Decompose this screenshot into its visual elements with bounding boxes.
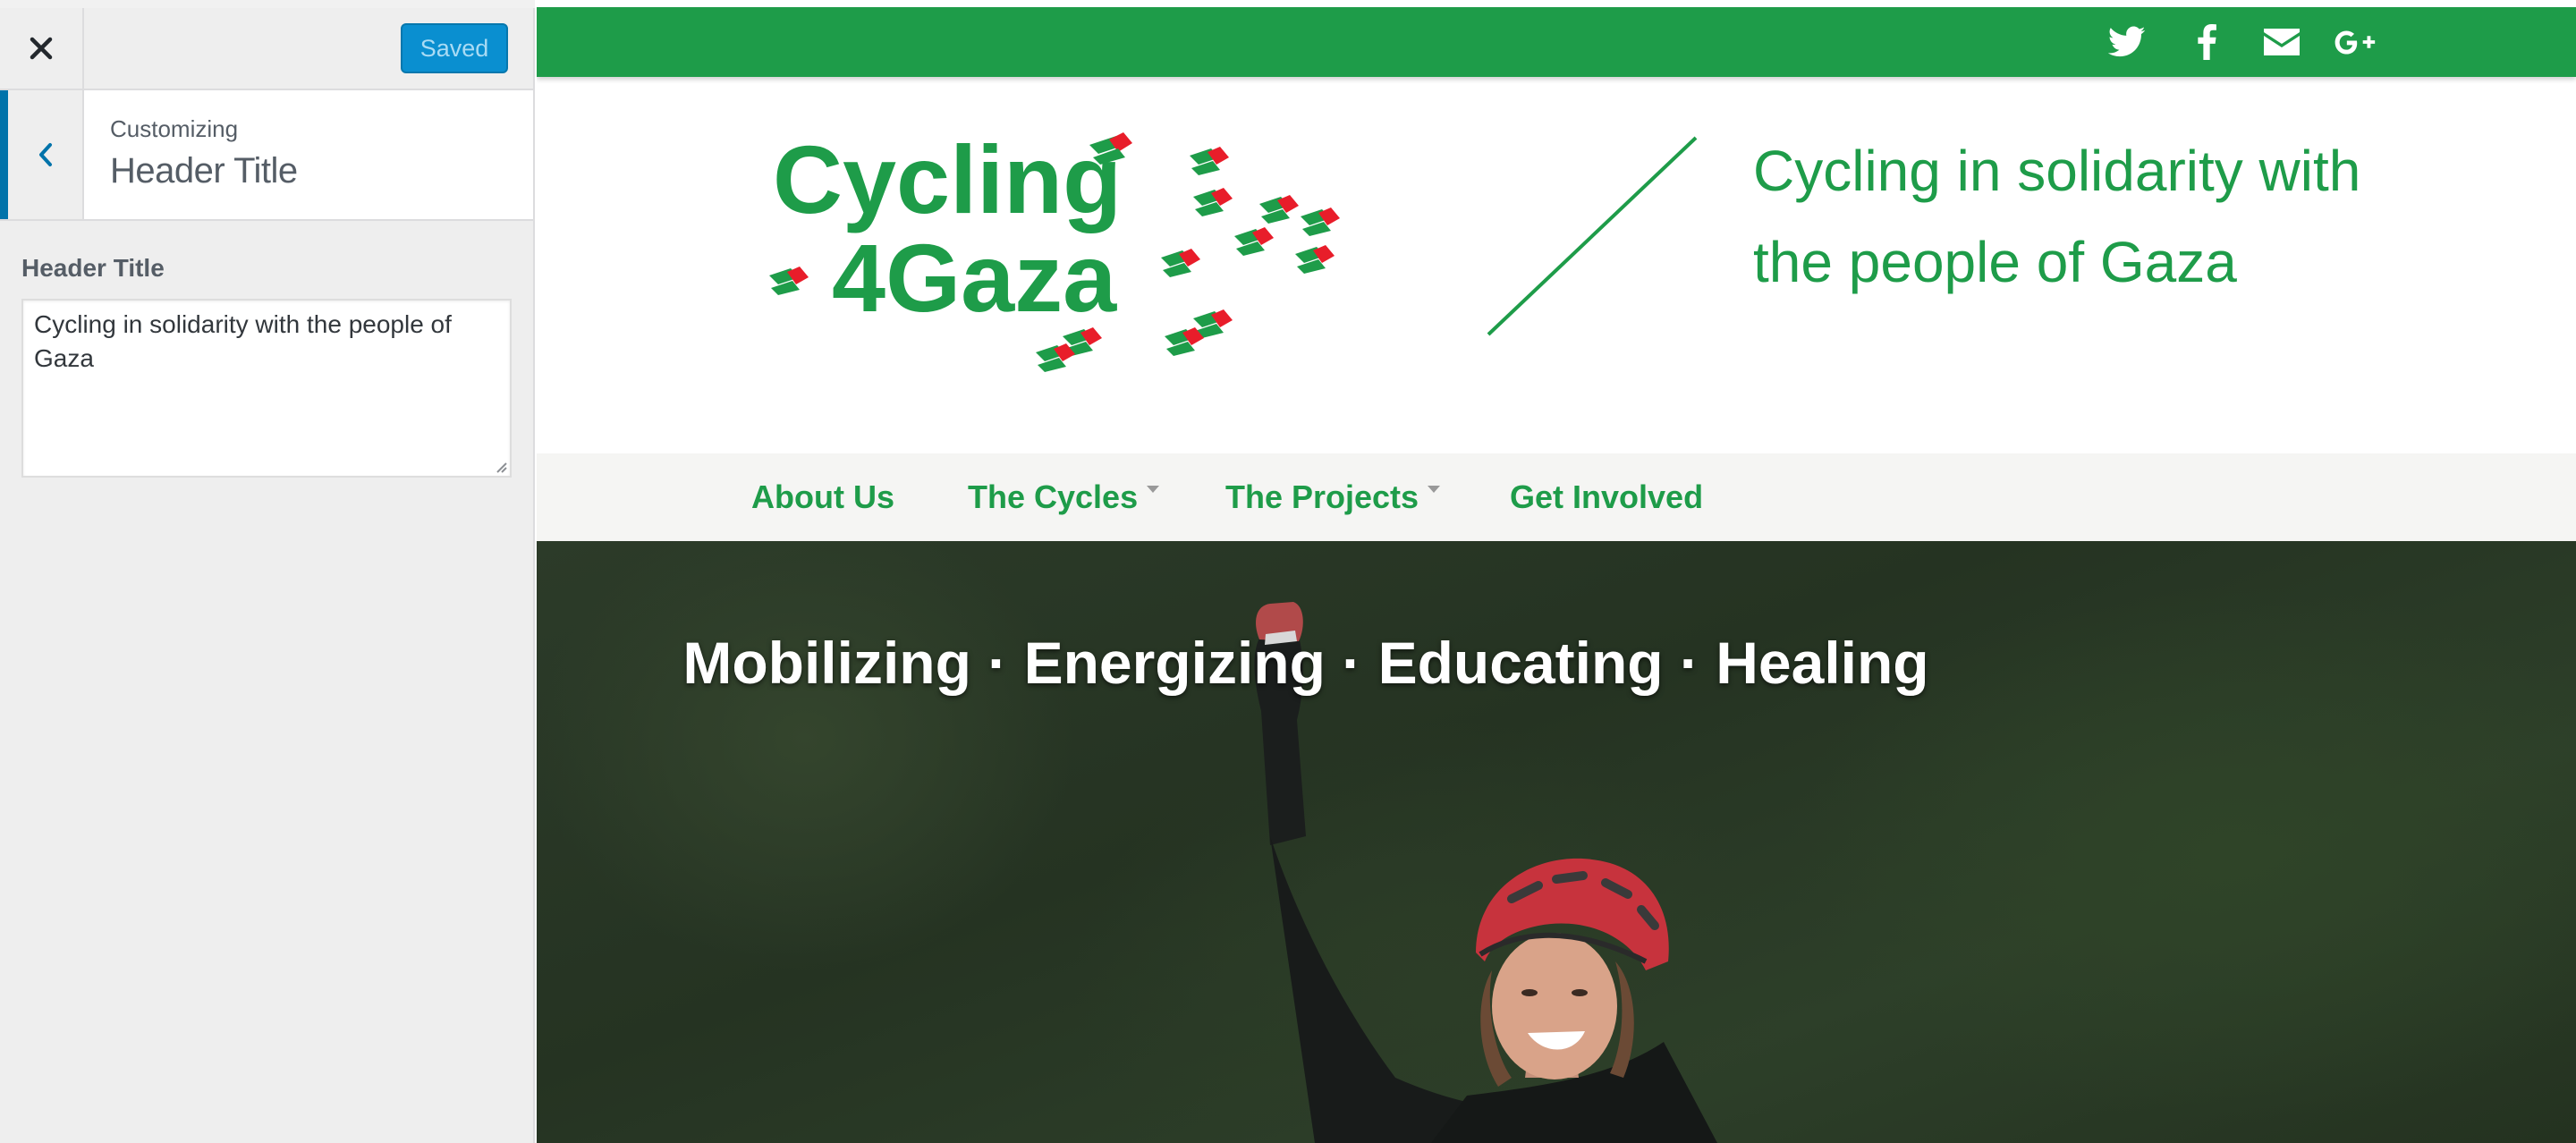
social-bar xyxy=(537,7,2576,77)
chevron-left-icon xyxy=(38,143,52,166)
nav-item-label: About Us xyxy=(751,478,894,515)
close-customizer-button[interactable] xyxy=(0,8,84,89)
nav-item-about-us[interactable]: About Us xyxy=(751,453,894,541)
resize-grip-icon[interactable] xyxy=(492,458,508,474)
caret-down-icon xyxy=(1428,486,1441,493)
nav-item-label: Get Involved xyxy=(1510,478,1704,515)
hero-tagline: Mobilizing · Energizing · Educating · He… xyxy=(682,630,1929,696)
sidebar-top-strip xyxy=(0,0,535,8)
section-header: Customizing Header Title xyxy=(0,90,533,221)
google-plus-link[interactable] xyxy=(2331,18,2379,66)
header-title-label: Header Title xyxy=(21,254,165,282)
customizer-header: Saved xyxy=(0,8,533,90)
nav-item-get-involved[interactable]: Get Involved xyxy=(1510,453,1703,541)
google-plus-icon xyxy=(2334,30,2376,55)
nav-item-label: The Cycles xyxy=(968,478,1139,515)
site-logo[interactable]: Cycling 4Gaza xyxy=(767,123,1394,392)
caret-down-icon xyxy=(1147,486,1160,493)
site-preview: Cycling 4Gaza Cycling in solidarity with… xyxy=(537,0,2576,1143)
hero-banner: Mobilizing · Energizing · Educating · He… xyxy=(537,541,2576,1143)
main-navigation: About Us The Cycles The Projects Get Inv… xyxy=(537,453,2576,541)
saved-button[interactable]: Saved xyxy=(401,23,508,73)
header-tagline: Cycling in solidarity with the people of… xyxy=(1753,139,2361,294)
section-title: Header Title xyxy=(110,151,298,190)
twitter-link[interactable] xyxy=(2103,18,2151,66)
facebook-link[interactable] xyxy=(2182,18,2231,66)
breadcrumb: Customizing xyxy=(110,115,239,142)
nav-item-label: The Projects xyxy=(1225,478,1419,515)
email-link[interactable] xyxy=(2258,18,2306,66)
logo-text-line1: Cycling xyxy=(773,125,1122,233)
envelope-icon xyxy=(2264,29,2300,55)
nav-item-the-projects[interactable]: The Projects xyxy=(1225,453,1441,541)
facebook-icon xyxy=(2198,24,2216,60)
close-icon xyxy=(30,37,53,60)
back-button[interactable] xyxy=(0,90,84,219)
twitter-icon xyxy=(2108,26,2146,57)
customizer-sidebar: Saved Customizing Header Title Header Ti… xyxy=(0,0,535,1143)
header-divider-line xyxy=(1487,136,1698,336)
header-title-textarea[interactable]: Cycling in solidarity with the people of… xyxy=(21,299,512,478)
logo-text-line2: 4Gaza xyxy=(832,224,1117,332)
nav-item-the-cycles[interactable]: The Cycles xyxy=(968,453,1160,541)
